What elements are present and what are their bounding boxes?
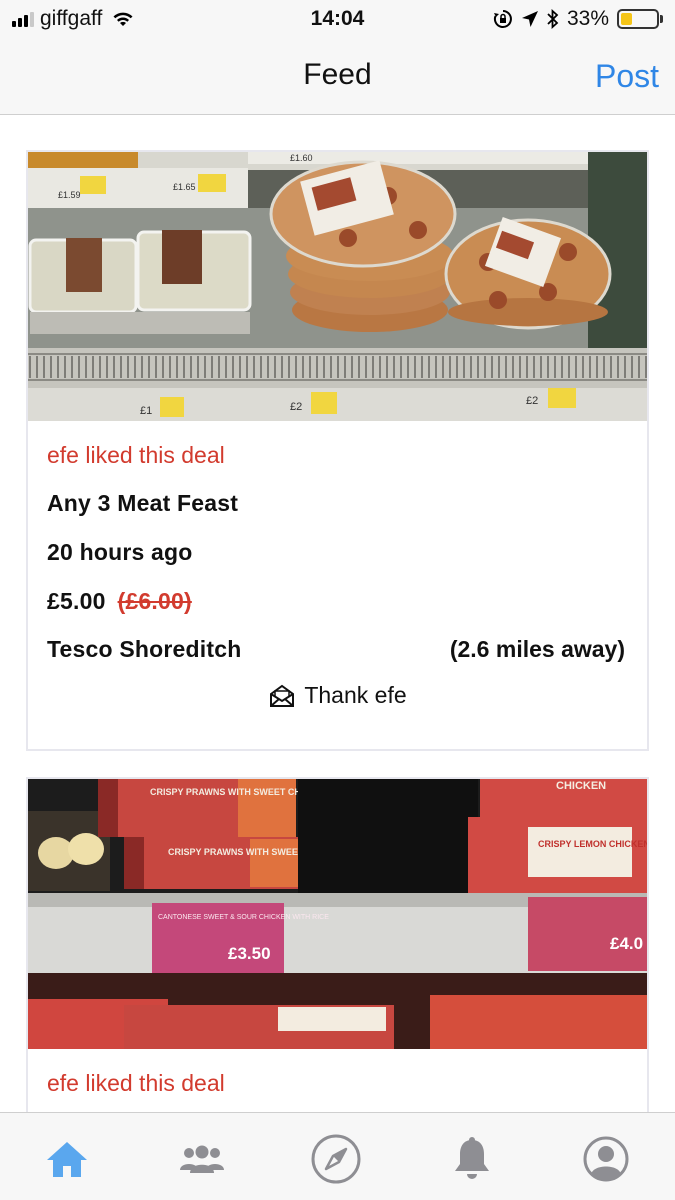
battery-fill (621, 13, 633, 25)
liked-by-text: efe liked this deal (47, 1070, 225, 1096)
page-title: Feed (303, 58, 372, 91)
price-row: £5.00 (£6.00) (47, 588, 192, 615)
posted-time: 20 hours ago (47, 539, 193, 565)
deal-photo[interactable]: CRISPY PRAWNS WITH SWEET CHILLI SAUCE CR… (28, 779, 647, 1049)
profile-icon (583, 1136, 629, 1182)
feed-scroll[interactable]: £1.59 £1.65 £1.60 £1 £2 £2 efe liked thi… (0, 116, 675, 1112)
shelf-ticket-text: CANTONESE SWEET & SOUR CHICKEN WITH RICE (158, 914, 329, 921)
deal-photo[interactable]: £1.59 £1.65 £1.60 £1 £2 £2 (28, 152, 647, 421)
shelf-price-label: £1.59 (58, 190, 81, 200)
tab-bar (0, 1112, 675, 1200)
deal-card[interactable]: £1.59 £1.65 £1.60 £1 £2 £2 efe liked thi… (26, 150, 649, 751)
bell-icon (455, 1137, 489, 1179)
battery-icon (617, 9, 663, 29)
original-price: (£6.00) (117, 588, 192, 614)
shelf-price-label: £1 (140, 405, 152, 417)
package-label: CHICKEN (556, 780, 606, 792)
tab-explore[interactable] (306, 1131, 366, 1187)
status-bar: giffgaff 14:04 33% (0, 0, 675, 38)
shelf-price-label: £1.65 (173, 182, 196, 192)
deal-price: £5.00 (47, 588, 106, 614)
shelf-price-label: £3.50 (228, 944, 271, 963)
location-icon (521, 11, 538, 27)
shelf-price-label: £2 (290, 401, 302, 413)
orientation-lock-icon (493, 10, 512, 28)
package-label: CRISPY LEMON CHICKEN (538, 839, 647, 849)
post-button[interactable]: Post (595, 58, 659, 95)
shelf-price-label: £4.0 (610, 934, 643, 953)
home-icon (47, 1142, 87, 1177)
store-distance: (2.6 miles away) (449, 636, 625, 662)
tab-groups[interactable] (172, 1131, 232, 1187)
compass-icon (311, 1134, 361, 1184)
nav-bar: Feed Post (0, 38, 675, 115)
shelf-price-label: £2 (526, 395, 538, 407)
liked-by-text: efe liked this deal (47, 442, 225, 468)
thank-button[interactable]: Thank efe (28, 682, 647, 709)
product-name: Any 3 Meat Feast (47, 490, 239, 516)
shelf-price-label: £1.60 (290, 153, 313, 163)
thank-label: Thank efe (304, 682, 407, 708)
bluetooth-icon (547, 9, 559, 29)
tab-profile[interactable] (576, 1131, 636, 1187)
groups-icon (180, 1145, 224, 1173)
store-name[interactable]: Tesco Shoreditch (47, 636, 241, 663)
tab-home[interactable] (37, 1131, 97, 1187)
battery-percent: 33% (566, 7, 609, 30)
status-right: 33% (493, 7, 663, 31)
deal-card[interactable]: CRISPY PRAWNS WITH SWEET CHILLI SAUCE CR… (26, 777, 649, 1112)
tab-notifications[interactable] (442, 1131, 502, 1187)
envelope-icon (270, 684, 295, 707)
